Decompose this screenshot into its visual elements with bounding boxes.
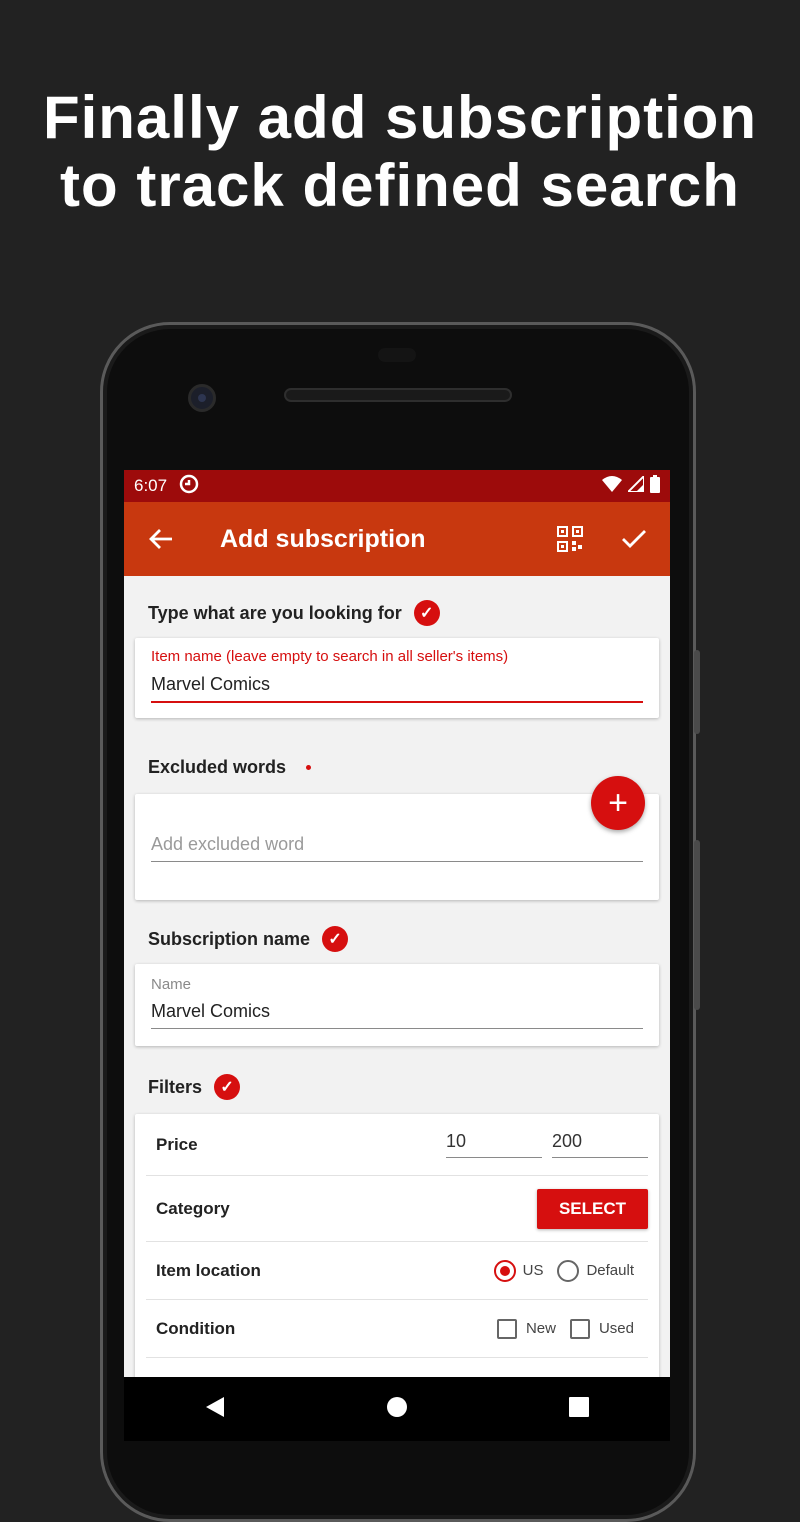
- category-row: Category SELECT: [146, 1176, 648, 1242]
- price-min-input[interactable]: 10: [446, 1131, 542, 1158]
- search-section-label: Type what are you looking for: [148, 602, 402, 623]
- location-us-radio[interactable]: [493, 1259, 516, 1282]
- location-default-label: Default: [586, 1262, 634, 1279]
- arrow-left-icon: [149, 529, 172, 549]
- condition-new-label: New: [525, 1320, 556, 1337]
- volume-button: [694, 840, 700, 1010]
- app-notification-icon: [179, 474, 199, 499]
- item-name-card: Item name (leave empty to search in all …: [135, 638, 659, 718]
- buying-format-heading: Buying format: [135, 1358, 659, 1377]
- proximity-sensor: [378, 348, 416, 362]
- condition-used-label: Used: [598, 1320, 634, 1337]
- search-section-title: Type what are you looking for ✓: [124, 596, 670, 630]
- location-default-radio[interactable]: [557, 1259, 580, 1282]
- promo-line-2: to track defined search: [60, 152, 740, 219]
- item-name-input[interactable]: Marvel Comics: [151, 674, 643, 703]
- item-name-label: Item name (leave empty to search in all …: [151, 648, 509, 665]
- page-title: Add subscription: [220, 524, 426, 553]
- save-button[interactable]: [602, 502, 666, 576]
- category-label: Category: [156, 1198, 230, 1218]
- app-bar: Add subscription: [124, 502, 670, 576]
- status-bar: 6:07: [124, 470, 670, 502]
- excluded-section-label: Excluded words: [148, 756, 287, 777]
- system-nav-bar: [124, 1377, 670, 1441]
- location-us-label: US: [522, 1262, 544, 1279]
- nav-home-button[interactable]: [386, 1396, 408, 1423]
- location-label: Item location: [156, 1260, 261, 1280]
- square-recents-icon: [569, 1396, 589, 1417]
- category-select-button[interactable]: SELECT: [536, 1188, 648, 1229]
- plus-icon: +: [608, 783, 628, 822]
- name-label: Name: [151, 976, 192, 993]
- status-time: 6:07: [134, 476, 168, 495]
- back-button[interactable]: [124, 502, 198, 576]
- promo-headline: Finally add subscription to track define…: [0, 84, 800, 220]
- required-dot: [306, 764, 312, 770]
- battery-icon: [650, 474, 660, 498]
- check-icon: ✓: [322, 926, 349, 952]
- front-camera: [188, 384, 216, 412]
- wifi-icon: [602, 475, 622, 497]
- name-section-label: Subscription name: [148, 928, 311, 949]
- price-label: Price: [156, 1134, 198, 1154]
- condition-label: Condition: [156, 1318, 236, 1338]
- app-screen: 6:07 Add subscription Type what are you …: [124, 470, 670, 1377]
- excluded-word-input[interactable]: Add excluded word: [151, 834, 643, 862]
- qr-code-button[interactable]: [538, 502, 602, 576]
- nav-back-button[interactable]: [204, 1395, 226, 1424]
- checkmark-icon: [622, 530, 646, 548]
- price-row: Price 10 200: [146, 1114, 648, 1176]
- subscription-name-input[interactable]: Marvel Comics: [151, 1001, 643, 1029]
- check-icon: ✓: [413, 600, 440, 626]
- signal-icon: [625, 473, 645, 497]
- nav-recents-button[interactable]: [568, 1396, 590, 1423]
- price-max-input[interactable]: 200: [552, 1131, 648, 1158]
- triangle-back-icon: [206, 1396, 224, 1417]
- filters-section-label: Filters: [148, 1076, 203, 1097]
- subscription-name-card: Name Marvel Comics: [135, 964, 659, 1046]
- location-row: Item location US Default: [146, 1242, 648, 1300]
- power-button: [694, 650, 700, 734]
- condition-used-checkbox[interactable]: [569, 1318, 590, 1339]
- excluded-words-card: + Add excluded word: [135, 776, 659, 900]
- excluded-section-title: Excluded words: [124, 750, 670, 784]
- name-section-title: Subscription name ✓: [124, 922, 670, 956]
- qr-code-icon: [557, 526, 583, 552]
- promo-line-1: Finally add subscription: [42, 84, 758, 151]
- condition-new-checkbox[interactable]: [496, 1318, 517, 1339]
- add-excluded-word-button[interactable]: +: [591, 776, 645, 830]
- filters-section-title: Filters ✓: [124, 1070, 670, 1104]
- filters-card: Price 10 200 Category SELECT Item locati…: [135, 1114, 659, 1377]
- check-icon: ✓: [214, 1074, 241, 1100]
- condition-row: Condition New Used: [146, 1300, 648, 1358]
- circle-home-icon: [387, 1396, 407, 1417]
- earpiece-speaker: [284, 388, 512, 402]
